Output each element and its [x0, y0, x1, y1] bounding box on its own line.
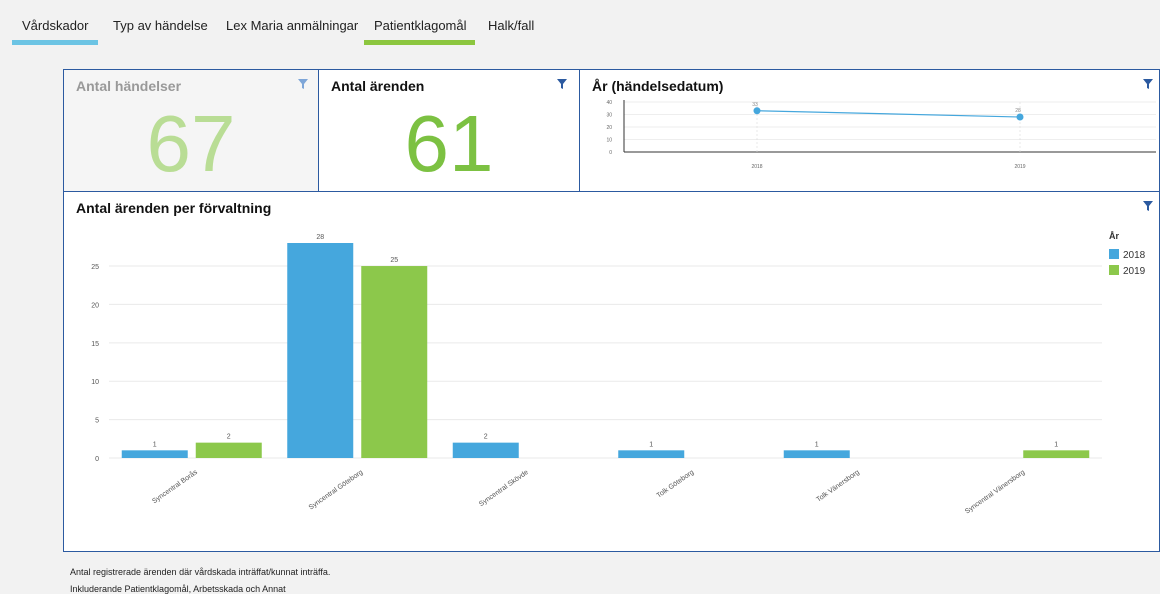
bar-2018: [618, 450, 685, 458]
bar-data-label: 25: [390, 257, 398, 264]
kpi-events-panel[interactable]: Antal händelser 67: [63, 69, 319, 192]
year-y-tick: 20: [606, 125, 612, 131]
year-y-tick: 0: [609, 150, 612, 156]
year-data-label: 28: [1015, 108, 1021, 114]
bar-2018: [452, 442, 519, 458]
year-line-chart: 0 10 20 30 40 33 2018 28 2019: [606, 100, 1156, 170]
bar-x-tick: Syncentral Göteborg: [308, 469, 365, 512]
bar-y-tick: 15: [91, 341, 99, 348]
tab-vardskador[interactable]: Vårdskador: [22, 18, 88, 33]
bar-y-tick: 10: [91, 379, 99, 386]
tab-vardskador-underline: [12, 40, 98, 45]
bar-y-tick: 20: [91, 302, 99, 309]
bar-2019: [361, 266, 428, 458]
year-x-tick: 2019: [1014, 164, 1025, 170]
bar-data-label: 2: [484, 434, 488, 441]
bar-data-label: 1: [153, 441, 157, 448]
bar-y-tick: 25: [91, 264, 99, 271]
year-series-line: [756, 110, 1021, 118]
bar-data-label: 1: [649, 441, 653, 448]
bar-y-tick: 0: [95, 456, 99, 463]
kpi-cases-title: Antal ärenden: [331, 78, 425, 94]
footer-line-1: Antal registrerade ärenden där vårdskada…: [70, 567, 331, 577]
bar-2019: [195, 442, 262, 458]
kpi-events-value: 67: [146, 99, 236, 188]
tab-halk-fall[interactable]: Halk/fall: [488, 18, 534, 33]
year-y-tick: 40: [606, 100, 612, 106]
bar-data-label: 1: [815, 441, 819, 448]
legend-label-2018: 2018: [1123, 250, 1146, 261]
bar-y-tick: 5: [95, 418, 99, 425]
legend-swatch-2019: [1109, 265, 1119, 275]
bar-x-tick: Syncentral Vänersborg: [964, 469, 1026, 516]
filter-icon[interactable]: [1143, 201, 1153, 211]
filter-icon[interactable]: [1143, 79, 1153, 89]
kpi-events-title: Antal händelser: [76, 78, 182, 94]
kpi-cases-panel[interactable]: Antal ärenden 61: [318, 69, 580, 192]
bar-x-tick: Tolk Vänersborg: [815, 469, 861, 504]
footer-line-2: Inkluderande Patientklagomål, Arbetsskad…: [70, 584, 286, 594]
tab-bar: Vårdskador Typ av händelse Lex Maria anm…: [0, 0, 1160, 50]
bar-chart: 0 5 10 15 20 25 1 2 Syncentral Borås 28 25 Syncentr…: [91, 231, 1146, 516]
year-y-tick: 30: [606, 113, 612, 119]
kpi-cases-value: 61: [404, 99, 494, 188]
bar-2018: [287, 243, 354, 458]
legend-title: År: [1109, 231, 1119, 241]
tab-patientklagomal[interactable]: Patientklagomål: [374, 18, 467, 33]
year-y-tick: 10: [606, 138, 612, 144]
bar-2018: [783, 450, 850, 458]
bar-data-label: 1: [1054, 441, 1058, 448]
tab-typ-av-handelse[interactable]: Typ av händelse: [113, 18, 208, 33]
year-data-label: 33: [752, 102, 758, 108]
year-x-tick: 2018: [751, 164, 762, 170]
filter-icon[interactable]: [557, 79, 567, 89]
bar-x-tick: Syncentral Skövde: [478, 469, 530, 508]
bar-2018: [121, 450, 188, 458]
tab-lex-maria[interactable]: Lex Maria anmälningar: [226, 18, 358, 33]
legend-swatch-2018: [1109, 249, 1119, 259]
bar-2019: [1023, 450, 1090, 458]
bar-data-label: 28: [316, 234, 324, 241]
bar-x-tick: Tolk Göteborg: [656, 469, 696, 500]
bar-chart-panel[interactable]: Antal ärenden per förvaltning 0 5 10 15 20 25…: [63, 191, 1160, 552]
bar-data-label: 2: [227, 434, 231, 441]
bar-x-tick: Syncentral Borås: [151, 468, 200, 505]
year-chart-panel[interactable]: År (händelsedatum) 0 10 20 30 40 33 2018 28 2019: [579, 69, 1160, 192]
legend-label-2019: 2019: [1123, 266, 1146, 277]
year-point: [1016, 113, 1024, 121]
year-point: [753, 107, 761, 115]
filter-icon[interactable]: [298, 79, 308, 89]
tab-patientklagomal-underline: [364, 40, 475, 45]
